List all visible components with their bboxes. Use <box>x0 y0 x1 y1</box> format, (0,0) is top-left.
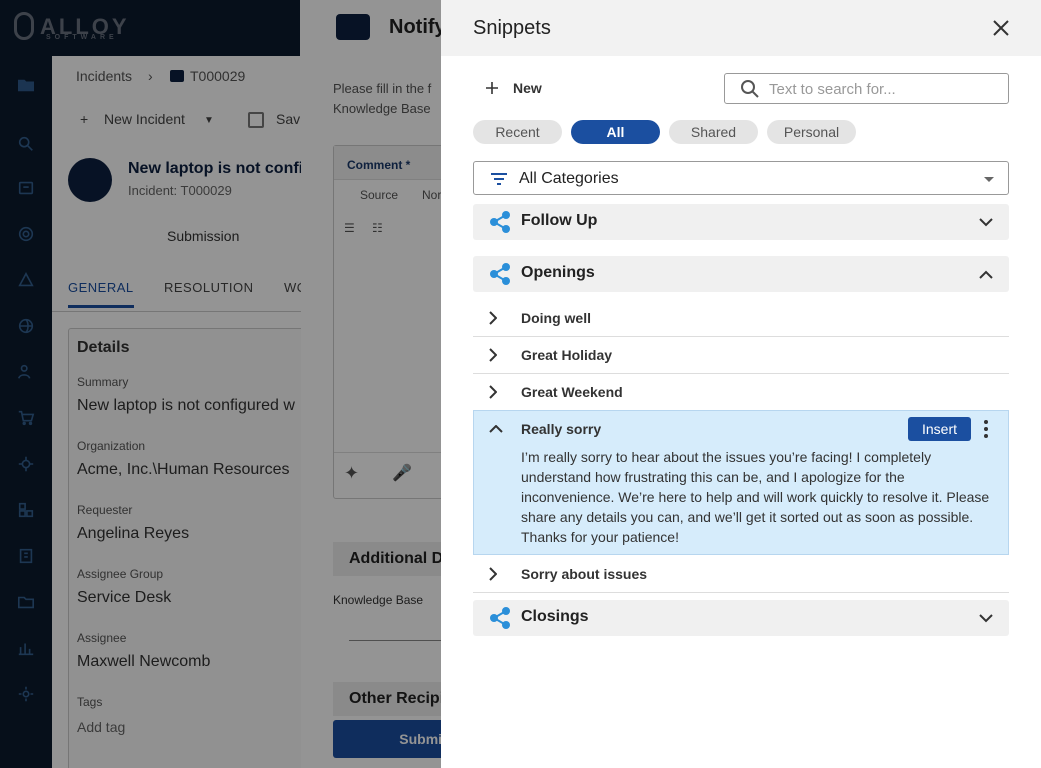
snippet-name: Really sorry <box>521 421 602 437</box>
chevron-right-icon <box>489 311 497 325</box>
chevron-right-icon <box>489 348 497 362</box>
snippet-item-great-holiday[interactable]: Great Holiday <box>473 337 1009 374</box>
filter-personal[interactable]: Personal <box>767 120 856 144</box>
chevron-up-icon <box>979 270 993 279</box>
chevron-down-icon <box>979 218 993 227</box>
snippet-item-great-weekend[interactable]: Great Weekend <box>473 374 1009 411</box>
dropdown-arrow-icon <box>984 177 994 182</box>
more-options-icon[interactable] <box>980 419 992 439</box>
chevron-right-icon <box>489 385 497 399</box>
modal-overlay[interactable] <box>0 0 441 768</box>
chevron-right-icon <box>489 567 497 581</box>
snippets-panel: Snippets New Recent All Shared Personal … <box>441 0 1041 768</box>
group-name: Follow Up <box>521 212 598 229</box>
category-select-value: All Categories <box>519 170 619 187</box>
share-icon <box>490 211 510 233</box>
share-icon <box>490 607 510 629</box>
close-icon <box>993 20 1009 36</box>
group-name: Openings <box>521 264 595 281</box>
new-snippet-label: New <box>513 80 542 96</box>
share-icon <box>490 263 510 285</box>
snippets-title: Snippets <box>473 17 551 39</box>
chevron-down-icon <box>979 614 993 623</box>
snippet-name: Great Weekend <box>521 384 623 400</box>
filter-shared[interactable]: Shared <box>669 120 758 144</box>
new-snippet-button[interactable]: New <box>485 78 542 98</box>
snippet-group-openings[interactable]: Openings <box>473 256 1009 292</box>
snippets-header: Snippets <box>441 0 1041 56</box>
snippet-search <box>724 73 1009 104</box>
filter-all[interactable]: All <box>571 120 660 144</box>
snippet-name: Sorry about issues <box>521 566 648 582</box>
snippet-text: I’m really sorry to hear about the issue… <box>521 449 990 545</box>
snippet-group-follow-up[interactable]: Follow Up <box>473 204 1009 240</box>
filter-recent[interactable]: Recent <box>473 120 562 144</box>
snippet-item-really-sorry[interactable]: Really sorry Insert I’m really sorry to … <box>473 410 1009 555</box>
insert-button[interactable]: Insert <box>908 417 971 441</box>
filter-icon <box>491 173 507 185</box>
snippet-item-doing-well[interactable]: Doing well <box>473 300 1009 337</box>
group-name: Closings <box>521 608 589 625</box>
snippet-name: Doing well <box>521 310 591 326</box>
snippet-group-closings[interactable]: Closings <box>473 600 1009 636</box>
snippet-name: Great Holiday <box>521 347 613 363</box>
category-select[interactable]: All Categories <box>473 161 1009 195</box>
search-input[interactable] <box>769 79 999 99</box>
close-button[interactable] <box>989 16 1013 40</box>
snippet-item-sorry-about-issues[interactable]: Sorry about issues <box>473 556 1009 593</box>
search-icon <box>741 80 759 98</box>
chevron-up-icon[interactable] <box>489 425 503 433</box>
plus-icon <box>486 82 498 94</box>
